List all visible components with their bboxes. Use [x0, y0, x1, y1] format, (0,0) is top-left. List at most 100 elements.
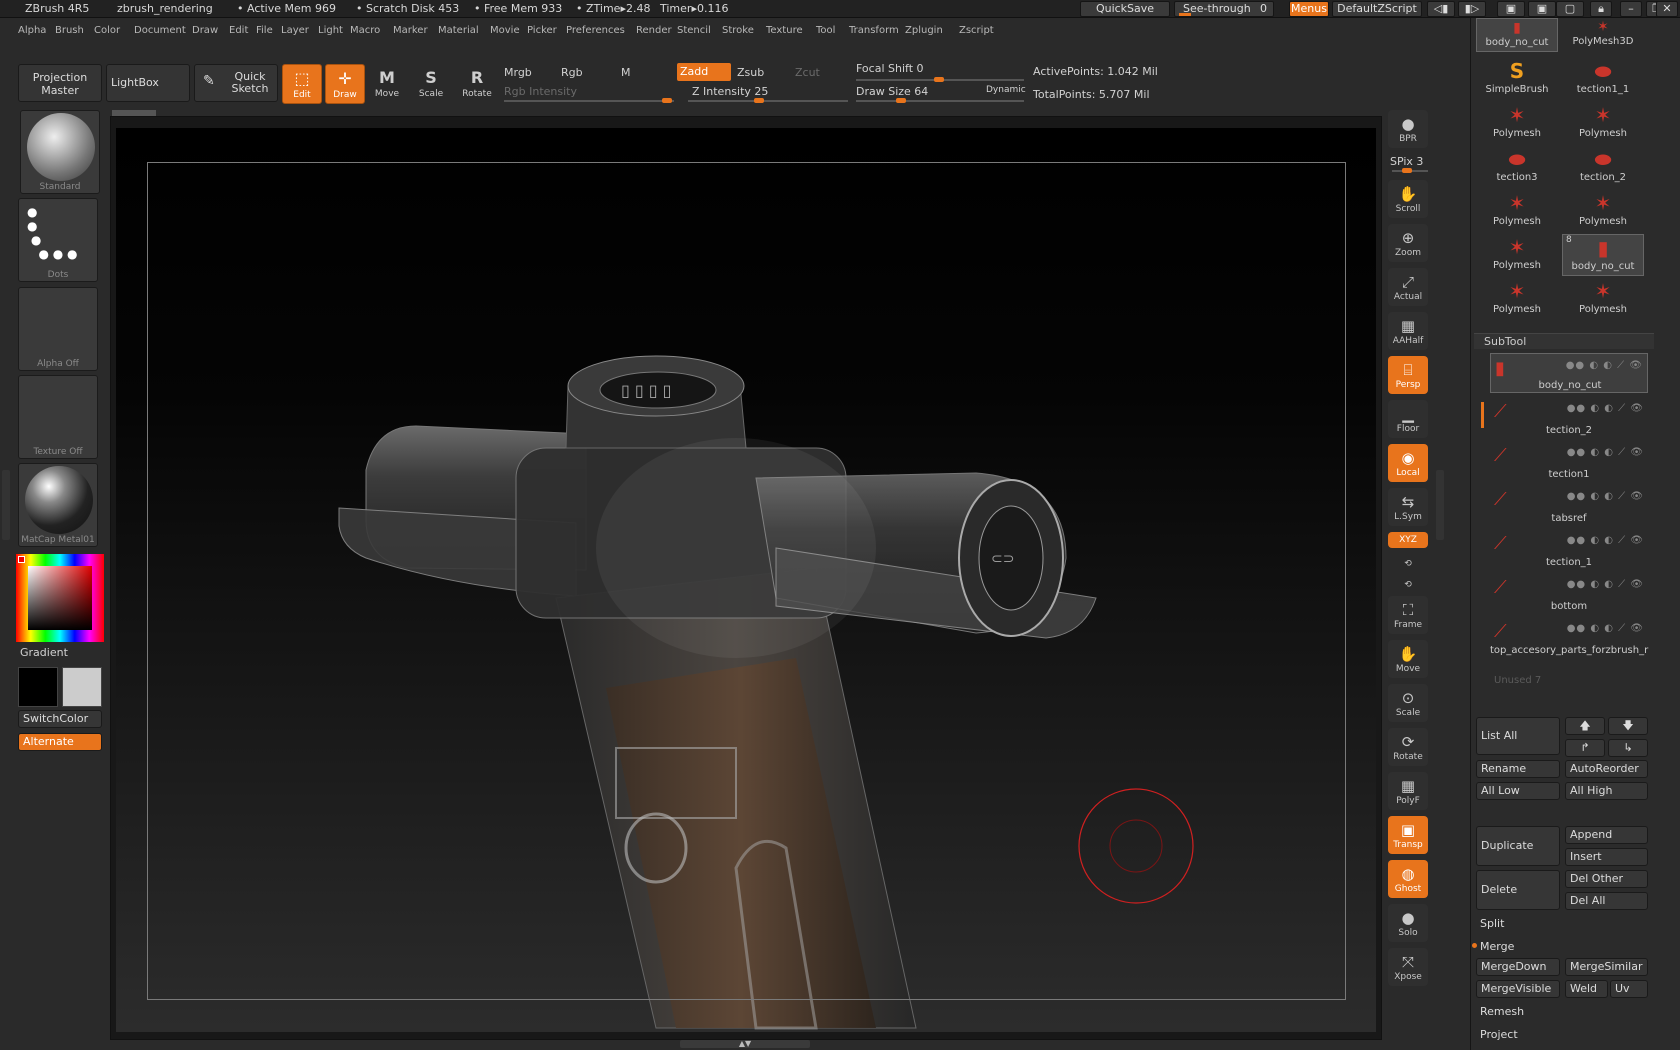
draw-button[interactable]: ✛ Draw [325, 64, 365, 104]
subtool-visibility-icon[interactable]: ●● ◐ ◐ ⟋ 👁︎ [1567, 623, 1644, 634]
close-window-icon[interactable]: ✕ [1656, 1, 1678, 17]
rotate-button[interactable]: R Rotate [457, 64, 497, 104]
rotate-button[interactable]: ⟳ Rotate [1388, 728, 1428, 766]
polyf-button[interactable]: ▦ PolyF [1388, 772, 1428, 810]
tool-polymesh[interactable]: ✶ Polymesh [1562, 102, 1644, 144]
see-through-slider[interactable]: See-through 0 [1174, 1, 1274, 17]
tray-right-icon[interactable]: ▮▷ [1458, 1, 1486, 17]
draw-size-track[interactable] [856, 98, 1024, 103]
tool-polymesh[interactable]: ✶ Polymesh [1476, 190, 1558, 232]
scale-button[interactable]: ⊙ Scale [1388, 684, 1428, 722]
quick-sketch-button[interactable]: ✎ Quick Sketch [194, 64, 278, 102]
right-tray-toggle[interactable] [1436, 470, 1444, 540]
floor-button[interactable]: ▁ Floor [1388, 400, 1428, 438]
tool-polymesh[interactable]: ✶ Polymesh [1562, 278, 1644, 320]
all-low-button[interactable]: All Low [1476, 782, 1560, 800]
layout-1-icon[interactable]: ▣ [1497, 1, 1525, 17]
edit-button[interactable]: ⬚ Edit [282, 64, 322, 104]
autoreorder-button[interactable]: AutoReorder [1565, 760, 1648, 778]
menu-zscript[interactable]: Zscript [959, 25, 994, 36]
rgb-button[interactable]: Rgb [561, 66, 583, 79]
projection-master-button[interactable]: Projection Master [18, 64, 102, 102]
subtool-visibility-icon[interactable]: ●● ◐ ◐ ⟋ 👁︎ [1566, 360, 1643, 371]
layout-3-icon[interactable]: ▢ [1556, 1, 1584, 17]
transp-button[interactable]: ▣ Transp [1388, 816, 1428, 854]
mergevisible-button[interactable]: MergeVisible [1476, 980, 1560, 998]
left-tray-toggle[interactable] [2, 470, 10, 540]
menu-document[interactable]: Document [134, 25, 186, 36]
subtool-visibility-icon[interactable]: ●● ◐ ◐ ⟋ 👁︎ [1567, 535, 1644, 546]
duplicate-button[interactable]: Duplicate [1476, 826, 1560, 866]
m-button[interactable]: M [621, 66, 631, 79]
lightbox-button[interactable]: LightBox [106, 64, 190, 102]
mrgb-button[interactable]: Mrgb [504, 66, 532, 79]
tool-polymesh[interactable]: ✶ Polymesh [1562, 190, 1644, 232]
subtool-visibility-icon[interactable]: ●● ◐ ◐ ⟋ 👁︎ [1567, 403, 1644, 414]
split-header[interactable]: Split [1480, 917, 1504, 930]
rgb-intensity-slider[interactable]: Rgb Intensity [504, 85, 577, 98]
menu-light[interactable]: Light [318, 25, 343, 36]
menu-stroke[interactable]: Stroke [722, 25, 754, 36]
spix-slider[interactable]: SPix 3 [1390, 155, 1423, 168]
tool-polymesh[interactable]: ✶ Polymesh [1476, 102, 1558, 144]
persp-button[interactable]: ⌸ Persp [1388, 356, 1428, 394]
tool-tection_2[interactable]: ⬬ tection_2 [1562, 146, 1644, 188]
xyz-button[interactable]: XYZ [1388, 532, 1428, 548]
menu-material[interactable]: Material [438, 25, 479, 36]
focal-shift-track[interactable] [856, 77, 1024, 82]
alpha-thumbnail[interactable]: Alpha Off [18, 287, 98, 371]
del-all-button[interactable]: Del All [1565, 892, 1648, 910]
tool-body_no_cut[interactable]: ▮ body_no_cut 8 [1562, 234, 1644, 276]
menu-movie[interactable]: Movie [490, 25, 520, 36]
menu-draw[interactable]: Draw [192, 25, 218, 36]
subtool-scrollbar[interactable] [1481, 402, 1484, 428]
spix-track[interactable] [1392, 168, 1428, 173]
xpose-button[interactable]: ⤧ Xpose [1388, 948, 1428, 986]
menu-color[interactable]: Color [94, 25, 120, 36]
quicksave-button[interactable]: QuickSave [1080, 1, 1170, 17]
menu-transform[interactable]: Transform [849, 25, 899, 36]
uv-button[interactable]: Uv [1610, 980, 1648, 998]
rgb-intensity-track[interactable] [504, 98, 674, 103]
rotation-axis-2-icon[interactable]: ⟲ [1388, 576, 1428, 594]
scroll-button[interactable]: ✋ Scroll [1388, 180, 1428, 218]
menu-stencil[interactable]: Stencil [677, 25, 711, 36]
alternate-button[interactable]: Alternate [18, 733, 102, 751]
default-zscript-button[interactable]: DefaultZScript [1332, 1, 1422, 17]
menu-texture[interactable]: Texture [766, 25, 803, 36]
subtool-visibility-icon[interactable]: ●● ◐ ◐ ⟋ 👁︎ [1567, 447, 1644, 458]
subtool-item[interactable]: ⟋ ●● ◐ ◐ ⟋ 👁︎ bottom [1490, 573, 1648, 613]
zsub-button[interactable]: Zsub [737, 66, 764, 79]
zoom-button[interactable]: ⊕ Zoom [1388, 224, 1428, 262]
rename-button[interactable]: Rename [1476, 760, 1560, 778]
menu-picker[interactable]: Picker [527, 25, 557, 36]
brush-thumbnail[interactable]: Standard [20, 110, 100, 194]
menus-button[interactable]: Menus [1289, 1, 1329, 17]
append-button[interactable]: Append [1565, 826, 1648, 844]
mergesimilar-button[interactable]: MergeSimilar [1565, 958, 1648, 976]
tool-tection3[interactable]: ⬬ tection3 [1476, 146, 1558, 188]
focal-shift-slider[interactable]: Focal Shift 0 [856, 62, 924, 75]
rotate-down-icon[interactable]: ↳ [1608, 739, 1648, 757]
dynamic-toggle[interactable]: Dynamic [986, 85, 1026, 95]
del-other-button[interactable]: Del Other [1565, 870, 1648, 888]
texture-thumbnail[interactable]: Texture Off [18, 375, 98, 459]
local-button[interactable]: ◉ Local [1388, 444, 1428, 482]
menu-tool[interactable]: Tool [816, 25, 835, 36]
scale-button[interactable]: S Scale [411, 64, 451, 104]
gradient-label[interactable]: Gradient [20, 646, 68, 659]
layout-2-icon[interactable]: ▣ [1528, 1, 1556, 17]
move-button[interactable]: M Move [367, 64, 407, 104]
tool-tection1_1[interactable]: ⬬ tection1_1 [1562, 58, 1644, 100]
main-color-swatch[interactable] [18, 667, 58, 707]
color-picker[interactable] [16, 554, 104, 642]
menu-render[interactable]: Render [636, 25, 672, 36]
material-thumbnail[interactable]: MatCap Metal01 [18, 463, 98, 547]
frame-button[interactable]: ⛶ Frame [1388, 596, 1428, 634]
subtool-item[interactable]: ▮ ●● ◐ ◐ ⟋ 👁︎ body_no_cut [1490, 353, 1648, 393]
menu-layer[interactable]: Layer [281, 25, 309, 36]
menu-brush[interactable]: Brush [55, 25, 84, 36]
menu-marker[interactable]: Marker [393, 25, 428, 36]
weld-button[interactable]: Weld [1565, 980, 1608, 998]
menu-macro[interactable]: Macro [350, 25, 380, 36]
